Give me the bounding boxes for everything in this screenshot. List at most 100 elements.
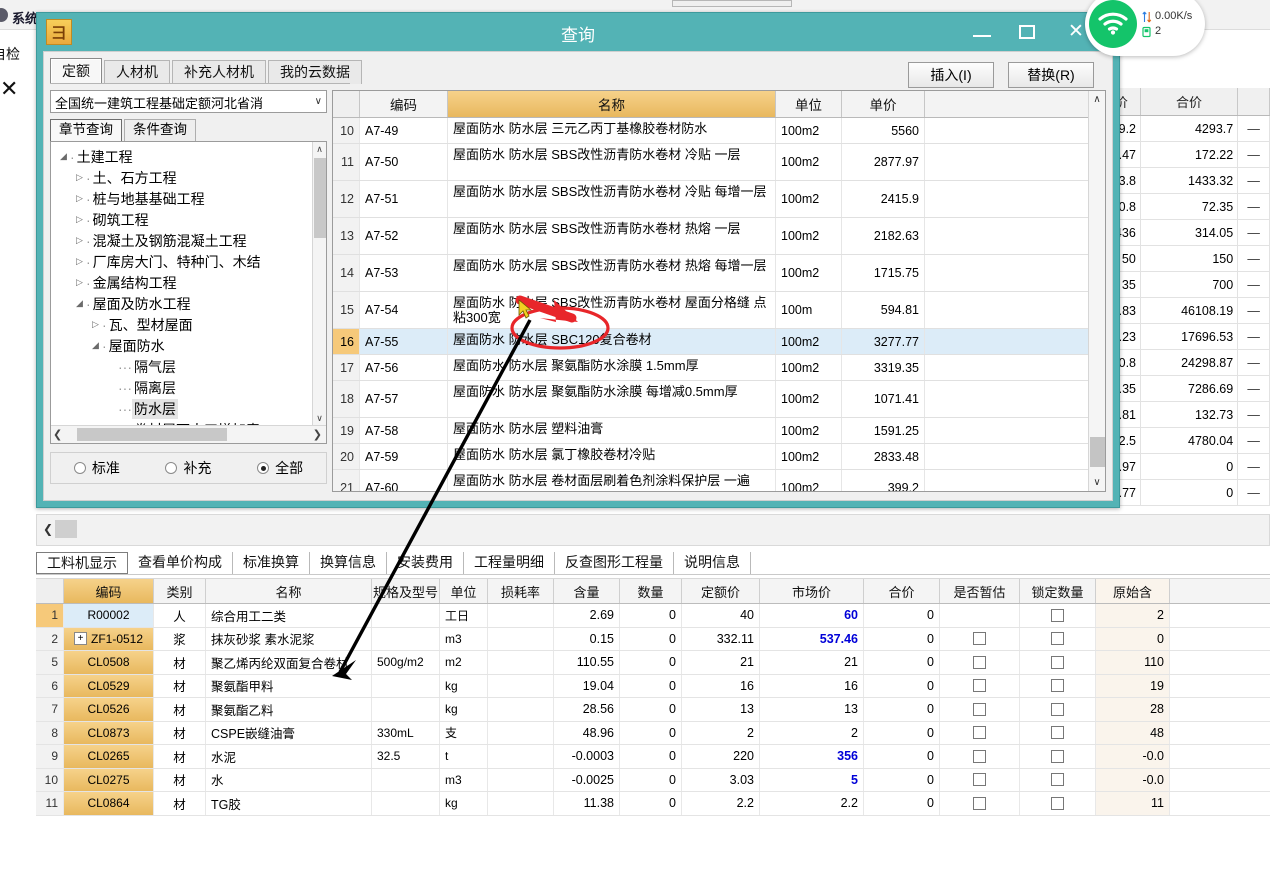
cell-quantity[interactable]: 0 [620,651,682,674]
cell-name[interactable]: 水泥 [206,745,372,768]
tree-node-6[interactable]: ▷ · 金属结构工程 [57,272,312,293]
cell-content[interactable]: 2.69 [554,604,620,627]
cell-original-content[interactable]: -0.0 [1096,745,1170,768]
cell-total[interactable]: 0 [864,627,940,650]
cell-total[interactable]: 0 [864,792,940,815]
bottom-tab-5[interactable]: 工程量明细 [464,552,555,574]
cell-name[interactable]: 抹灰砂浆 素水泥浆 [206,627,372,650]
radio-dot[interactable] [257,462,270,474]
tree-node-11[interactable]: ··· 隔离层 [57,377,312,398]
radio-0[interactable]: 标准 [73,458,120,478]
quota-row[interactable]: 11 A7-50 屋面防水 防水层 SBS改性沥青防水卷材 冷贴 一层 100m2 28… [333,144,1105,181]
cell-spec[interactable] [372,627,440,650]
maximize-button[interactable] [1019,25,1035,39]
tree-expanded-icon[interactable]: ◢ [73,298,86,309]
tree-node-7[interactable]: ◢ · 屋面及防水工程 [57,293,312,314]
cell-lock-quantity[interactable] [1020,627,1096,650]
cell-spec[interactable]: 500g/m2 [372,651,440,674]
lock-quantity-checkbox[interactable] [1051,655,1064,669]
cell-original-content[interactable]: 110 [1096,651,1170,674]
table-row[interactable]: 2 + ZF1-0512 浆抹灰砂浆 素水泥浆 m3 0.15 0 332.11 537.46 0… [36,627,1270,651]
cell-category[interactable]: 材 [154,651,206,674]
cell-estimate[interactable] [940,768,1020,791]
cell-original-content[interactable]: 28 [1096,698,1170,721]
header-code[interactable]: 编码 [360,91,448,117]
tree-node-12[interactable]: ··· 防水层 [57,398,312,419]
cell-name[interactable]: CSPE嵌缝油膏 [206,721,372,744]
cell-total[interactable]: 0 [864,721,940,744]
cell-quota-price[interactable]: 13 [682,698,760,721]
tree-collapsed-icon[interactable]: ▷ [73,277,86,288]
quota-row[interactable]: 17 A7-56 屋面防水 防水层 聚氨酯防水涂膜 1.5mm厚 100m2 3319.… [333,355,1105,381]
tree-node-3[interactable]: ▷ · 砌筑工程 [57,209,312,230]
background-grid-row[interactable]: 94.81 132.73— [1103,402,1270,428]
cell-total[interactable]: 0 [864,674,940,697]
cell-lock-quantity[interactable] [1020,745,1096,768]
cell-unit[interactable]: 工日 [440,604,488,627]
tree-node-1[interactable]: ▷ · 土、石方工程 [57,167,312,188]
cell-loss[interactable] [488,792,554,815]
tree-collapsed-icon[interactable]: ▷ [73,235,86,246]
quota-cell-code[interactable]: A7-56 [360,355,448,380]
quota-row[interactable]: 19 A7-58 屋面防水 防水层 塑料油膏 100m2 1591.25 [333,418,1105,444]
cell-code[interactable]: CL0873 [64,721,154,744]
cell-original-content[interactable]: -0.0 [1096,768,1170,791]
quota-cell-code[interactable]: A7-60 [360,470,448,491]
quota-row[interactable]: 21 A7-60 屋面防水 防水层 卷材面层刷着色剂涂料保护层 一遍 100m2 399… [333,470,1105,491]
quota-cell-price[interactable]: 399.2 [842,470,925,491]
estimate-checkbox[interactable] [973,726,986,740]
cell-code[interactable]: CL0864 [64,792,154,815]
cell-code[interactable]: CL0529 [64,674,154,697]
cell-lock-quantity[interactable] [1020,698,1096,721]
lock-quantity-checkbox[interactable] [1051,773,1064,787]
standard-library-combobox[interactable]: 全国统一建筑工程基础定额河北省消 ∨ [50,90,327,113]
background-grid-row[interactable]: 1436 314.05— [1103,220,1270,246]
background-selfcheck-label[interactable]: 自检 [0,44,38,66]
cell-code[interactable]: CL0526 [64,698,154,721]
cell-total[interactable]: 0 [864,651,940,674]
background-grid-row[interactable]: 830.8 72.35— [1103,194,1270,220]
cell-quantity[interactable]: 0 [620,792,682,815]
quota-row[interactable]: 15 A7-54 屋面防水 防水层 SBS改性沥青防水卷材 屋面分格缝 点粘300宽… [333,292,1105,329]
background-grid-row[interactable]: 04.35 7286.69— [1103,376,1270,402]
bottom-tab-3[interactable]: 换算信息 [310,552,387,574]
cell-estimate[interactable] [940,698,1020,721]
quota-cell-name[interactable]: 屋面防水 防水层 SBS改性沥青防水卷材 冷贴 每增一层 [448,181,776,217]
estimate-checkbox[interactable] [973,702,986,716]
replace-button[interactable]: 替换(R) [1008,62,1094,88]
tree-node-0[interactable]: ◢ · 土建工程 [57,146,312,167]
cell-original-content[interactable]: 11 [1096,792,1170,815]
cell-market-price[interactable]: 21 [760,651,864,674]
quota-cell-code[interactable]: A7-58 [360,418,448,443]
cell-spec[interactable] [372,674,440,697]
quota-cell-unit[interactable]: 100m2 [776,381,842,417]
cell-spec[interactable] [372,792,440,815]
cell-content[interactable]: 11.38 [554,792,620,815]
estimate-checkbox[interactable] [973,796,986,810]
cell-content[interactable]: -0.0025 [554,768,620,791]
header-loss[interactable]: 损耗率 [488,579,554,603]
cell-quota-price[interactable]: 2 [682,721,760,744]
cell-code[interactable]: CL0265 [64,745,154,768]
cell-estimate[interactable] [940,745,1020,768]
insert-button[interactable]: 插入(I) [908,62,994,88]
header-spec[interactable]: 规格及型号 [372,579,440,603]
cell-unit[interactable]: m2 [440,651,488,674]
cell-market-price[interactable]: 2.2 [760,792,864,815]
cell-quantity[interactable]: 0 [620,721,682,744]
tree-collapsed-icon[interactable]: ▷ [73,193,86,204]
estimate-checkbox[interactable] [973,655,986,669]
quota-cell-price[interactable]: 3319.35 [842,355,925,380]
tree-collapsed-icon[interactable]: ▷ [73,214,86,225]
cell-quota-price[interactable]: 21 [682,651,760,674]
cell-total[interactable]: 0 [864,768,940,791]
table-row[interactable]: 6 CL0529 材聚氨酯甲料 kg 19.04 0 16 16 0 19 [36,674,1270,698]
cell-category[interactable]: 材 [154,745,206,768]
bottom-tab-4[interactable]: 安装费用 [387,552,464,574]
header-market-price[interactable]: 市场价 [760,579,864,603]
cell-category[interactable]: 人 [154,604,206,627]
table-row[interactable]: 10 CL0275 材水 m3 -0.0025 0 3.03 5 0 -0.0 [36,768,1270,792]
quota-cell-code[interactable]: A7-59 [360,444,448,469]
quota-cell-price[interactable]: 2877.97 [842,144,925,180]
quota-cell-price[interactable]: 594.81 [842,292,925,328]
